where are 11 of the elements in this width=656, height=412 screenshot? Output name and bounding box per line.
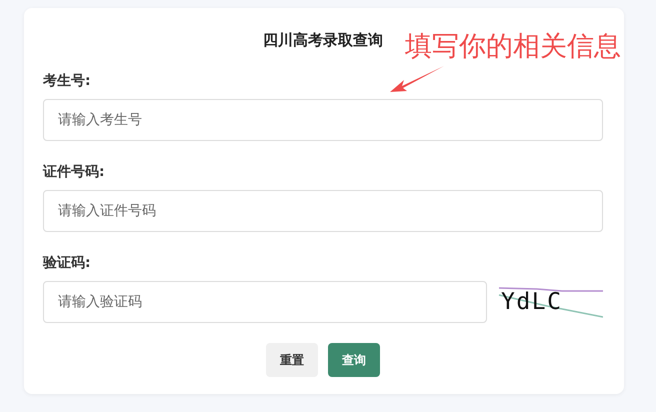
input-field[interactable]: 请输入考生号 [43, 99, 603, 141]
captcha-image: YdLC [497, 281, 603, 323]
field-label: 考生号: [43, 72, 91, 90]
captcha-field[interactable]: 请输入验证码 [43, 281, 487, 323]
field-label: 证件号码: [43, 163, 105, 181]
input-field[interactable]: 请输入证件号码 [43, 190, 603, 232]
reset-button[interactable]: 重置 [266, 343, 318, 377]
form-title: 四川高考录取查询 [263, 30, 383, 50]
annotation-text: 填写你的相关信息 [405, 30, 621, 64]
field-label: 验证码: [43, 254, 91, 272]
query-button[interactable]: 查询 [328, 343, 380, 377]
